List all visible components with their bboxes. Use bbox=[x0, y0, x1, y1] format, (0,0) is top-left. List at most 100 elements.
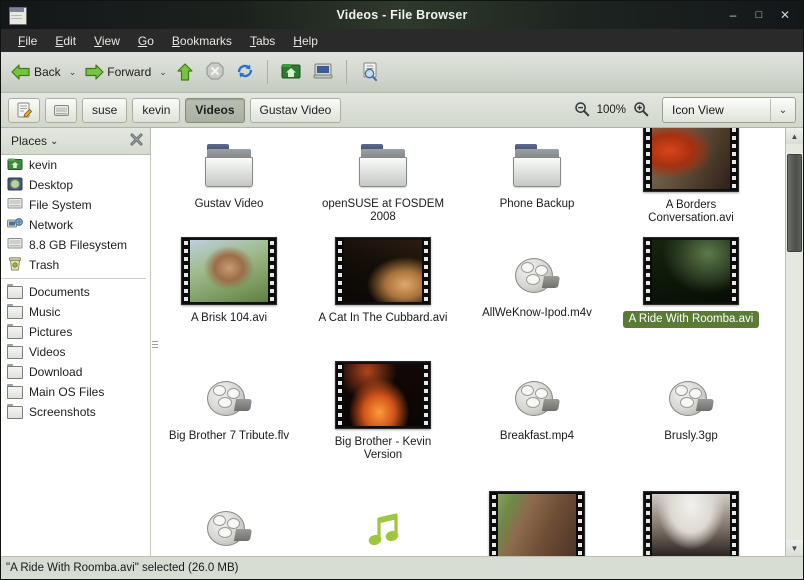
file-label: A Borders Conversation.avi bbox=[619, 198, 763, 226]
file-item[interactable]: Brusly.3gp bbox=[615, 376, 767, 444]
file-item[interactable] bbox=[615, 490, 767, 556]
places-list: kevin Desktop bbox=[1, 155, 151, 556]
music-note-icon bbox=[361, 506, 405, 554]
search-button[interactable] bbox=[355, 58, 385, 87]
sidebar-item-music[interactable]: Music bbox=[1, 302, 150, 322]
crumb-kevin[interactable]: kevin bbox=[132, 98, 180, 123]
folder-icon bbox=[203, 140, 255, 192]
crumb-gustav-video[interactable]: Gustav Video bbox=[250, 98, 342, 123]
file-label: A Cat In The Cubbard.avi bbox=[316, 311, 451, 326]
file-item[interactable]: Phone Backup bbox=[461, 140, 613, 212]
menu-bookmarks[interactable]: Bookmarks bbox=[163, 32, 241, 50]
forward-button[interactable]: Forward bbox=[80, 60, 155, 84]
home-button[interactable] bbox=[276, 58, 306, 87]
crumb-videos[interactable]: Videos bbox=[185, 98, 244, 123]
reload-button[interactable] bbox=[231, 58, 259, 87]
toolbar: Back ⌄ Forward ⌄ bbox=[1, 52, 803, 93]
file-label: Big Brother 7 Tribute.flv bbox=[166, 429, 292, 444]
sidebar-item-screenshots[interactable]: Screenshots bbox=[1, 402, 150, 422]
sidebar-item-pictures[interactable]: Pictures bbox=[1, 322, 150, 342]
forward-label: Forward bbox=[107, 65, 151, 79]
file-label: openSUSE at FOSDEM 2008 bbox=[311, 197, 455, 225]
view-mode-label: Icon View bbox=[663, 103, 770, 117]
sidebar-item-download[interactable]: Download bbox=[1, 362, 150, 382]
sidebar-label: Desktop bbox=[29, 178, 73, 192]
minimize-button[interactable]: – bbox=[727, 9, 739, 21]
sidebar-item-main-os-files[interactable]: Main OS Files bbox=[1, 382, 150, 402]
file-item[interactable] bbox=[461, 490, 613, 556]
folder-icon bbox=[7, 384, 23, 400]
reload-icon bbox=[235, 61, 255, 84]
file-item[interactable]: Big Brother - Kevin Version bbox=[307, 360, 459, 463]
stop-icon bbox=[205, 61, 225, 84]
location-bar: suse kevin Videos Gustav Video 100% bbox=[1, 93, 803, 128]
computer-button[interactable] bbox=[308, 58, 338, 87]
filesystem-crumb[interactable] bbox=[45, 98, 77, 123]
folder-icon bbox=[7, 404, 23, 420]
scroll-up-button[interactable]: ▲ bbox=[786, 128, 803, 144]
scroll-down-button[interactable]: ▼ bbox=[786, 540, 803, 556]
close-button[interactable]: ✕ bbox=[779, 9, 791, 21]
menu-go[interactable]: Go bbox=[129, 32, 163, 50]
file-item-selected[interactable]: A Ride With Roomba.avi bbox=[615, 236, 767, 328]
file-item[interactable] bbox=[153, 506, 305, 554]
file-item[interactable]: A Brisk 104.avi bbox=[153, 236, 305, 326]
file-item[interactable]: Breakfast.mp4 bbox=[461, 376, 613, 444]
file-item[interactable]: A Cat In The Cubbard.avi bbox=[307, 236, 459, 326]
sidebar-item-videos[interactable]: Videos bbox=[1, 342, 150, 362]
sidebar-item-8-8-gb-filesystem[interactable]: 8.8 GB Filesystem bbox=[1, 235, 150, 255]
computer-icon bbox=[312, 61, 334, 84]
sidebar-item-network[interactable]: Network bbox=[1, 215, 150, 235]
menu-tabs[interactable]: Tabs bbox=[241, 32, 284, 50]
zoom-level: 100% bbox=[597, 104, 626, 116]
stop-button[interactable] bbox=[201, 58, 229, 87]
sidebar-item-kevin[interactable]: kevin bbox=[1, 155, 150, 175]
sidebar-item-trash[interactable]: Trash bbox=[1, 255, 150, 275]
left-arrow-icon bbox=[11, 63, 31, 81]
video-thumbnail bbox=[643, 236, 739, 306]
title-bar: Videos - File Browser – □ ✕ bbox=[1, 1, 803, 29]
zoom-in-icon[interactable] bbox=[633, 101, 649, 120]
view-mode-select[interactable]: Icon View ⌄ bbox=[662, 97, 796, 123]
menu-file[interactable]: FFileile bbox=[9, 32, 46, 50]
zoom-out-icon[interactable] bbox=[574, 101, 590, 120]
file-item[interactable]: AllWeKnow-Ipod.m4v bbox=[461, 253, 613, 321]
sidebar-item-file-system[interactable]: File System bbox=[1, 195, 150, 215]
video-file-icon bbox=[667, 376, 715, 424]
back-button[interactable]: Back bbox=[7, 60, 65, 84]
back-dropdown-icon[interactable]: ⌄ bbox=[67, 67, 79, 78]
menu-edit[interactable]: Edit bbox=[46, 32, 85, 50]
scroll-track[interactable] bbox=[786, 144, 803, 540]
file-item[interactable] bbox=[307, 506, 459, 554]
desktop-icon bbox=[7, 177, 23, 193]
file-icon-view[interactable]: Gustav Video openSUSE at FOSDEM 2008 Pho… bbox=[151, 128, 803, 556]
places-title[interactable]: Places ⌄ bbox=[11, 134, 58, 148]
close-sidebar-icon[interactable] bbox=[130, 133, 143, 149]
file-item[interactable]: A Borders Conversation.avi bbox=[615, 128, 767, 226]
forward-dropdown-icon[interactable]: ⌄ bbox=[157, 67, 169, 78]
file-item[interactable]: Big Brother 7 Tribute.flv bbox=[153, 376, 305, 444]
toolbar-separator-1 bbox=[267, 60, 268, 84]
drive-icon bbox=[7, 197, 23, 213]
vertical-scrollbar[interactable]: ▲ ▼ bbox=[785, 128, 803, 556]
video-file-icon bbox=[513, 253, 561, 301]
sidebar-splitter-handle[interactable] bbox=[152, 341, 158, 355]
maximize-button[interactable]: □ bbox=[753, 10, 765, 21]
file-item[interactable]: openSUSE at FOSDEM 2008 bbox=[307, 140, 459, 225]
sidebar-separator bbox=[1, 278, 146, 279]
scroll-thumb[interactable] bbox=[787, 154, 802, 252]
file-label: A Brisk 104.avi bbox=[188, 311, 270, 326]
file-item[interactable]: Gustav Video bbox=[153, 140, 305, 212]
sidebar-item-desktop[interactable]: Desktop bbox=[1, 175, 150, 195]
file-label: Phone Backup bbox=[497, 197, 578, 212]
menu-help[interactable]: Help bbox=[284, 32, 327, 50]
trash-icon bbox=[7, 257, 23, 273]
crumb-suse[interactable]: suse bbox=[82, 98, 127, 123]
up-button[interactable] bbox=[171, 59, 199, 85]
edit-location-button[interactable] bbox=[8, 98, 40, 123]
sidebar-label: Network bbox=[29, 218, 73, 232]
video-file-icon bbox=[205, 506, 253, 554]
menu-view[interactable]: View bbox=[85, 32, 129, 50]
sidebar-item-documents[interactable]: Documents bbox=[1, 282, 150, 302]
icons-container: Gustav Video openSUSE at FOSDEM 2008 Pho… bbox=[151, 128, 785, 556]
